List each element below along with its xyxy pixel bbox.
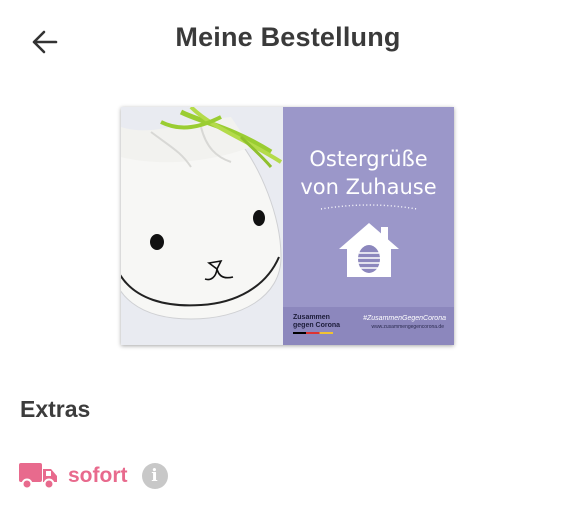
page-title: Meine Bestellung [175,22,401,52]
card-heading-line2: von Zuhause [300,175,437,199]
card-text-panel: Ostergrüße von Zuhause Zusammen gegen Co… [283,107,454,345]
extra-item-sofort: sofort i [18,459,168,493]
extra-label-sofort: sofort [68,464,128,487]
dotted-divider [320,204,418,210]
info-icon[interactable]: i [141,463,168,489]
card-footer: Zusammen gegen Corona #ZusammenGegenCoro… [283,307,454,345]
truck-icon [19,463,57,490]
logo-line1: Zusammen [293,314,330,321]
house-with-easter-egg-icon [339,223,399,277]
zusammen-gegen-corona-logo: Zusammen gegen Corona [293,314,340,334]
product-card-image[interactable]: Ostergrüße von Zuhause Zusammen gegen Co… [121,107,454,345]
flag-stripe [293,332,333,334]
card-heading: Ostergrüße von Zuhause [283,145,454,201]
bunny-bag-photo [121,107,283,345]
card-heading-line1: Ostergrüße [309,147,428,171]
url-text: www.zusammengegencorona.de [371,324,444,330]
hashtag-text: #ZusammenGegenCorona [363,315,446,322]
extras-heading: Extras [20,396,91,422]
logo-line2: gegen Corona [293,322,341,329]
